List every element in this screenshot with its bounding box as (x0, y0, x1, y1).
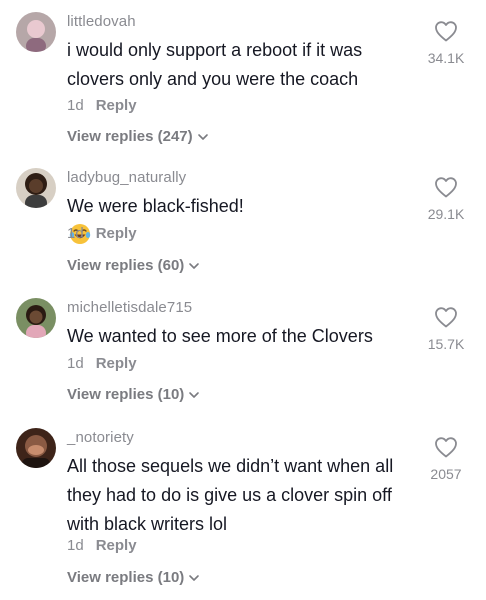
comment-age: 1d (67, 537, 84, 554)
comment-text: We wanted to see more of the Clovers (67, 326, 373, 346)
reply-button[interactable]: Reply (96, 97, 137, 114)
heart-icon[interactable] (434, 176, 458, 198)
comment-text: All those sequels we didn’t want when al… (67, 456, 394, 534)
comment-username[interactable]: littledovah (67, 12, 136, 32)
reply-button[interactable]: Reply (96, 355, 137, 372)
like-control: 15.7K (420, 306, 472, 352)
avatar[interactable] (16, 12, 56, 52)
like-control: 2057 (420, 436, 472, 482)
view-replies-label: View replies (10) (67, 386, 185, 403)
avatar[interactable] (16, 168, 56, 208)
chevron-down-icon (189, 575, 200, 581)
heart-icon[interactable] (434, 436, 458, 458)
view-replies-label: View replies (60) (67, 257, 185, 274)
comment-age: 1d (67, 97, 84, 114)
like-count: 2057 (430, 466, 462, 482)
reply-button[interactable]: Reply (96, 537, 137, 554)
comment-meta: 1d Reply (67, 354, 137, 374)
like-control: 29.1K (420, 176, 472, 222)
comment-username[interactable]: ladybug_naturally (67, 168, 186, 188)
view-replies-label: View replies (10) (67, 569, 185, 586)
comment-text-content: We were black-fished! (67, 196, 244, 216)
comment-item: michelletisdale715 We wanted to see more… (0, 298, 486, 418)
chevron-down-icon (189, 263, 200, 269)
comment-text: i would only support a reboot if it was … (67, 40, 363, 89)
comment-username[interactable]: michelletisdale715 (67, 298, 192, 318)
view-replies-button[interactable]: View replies (10) (67, 568, 200, 588)
chevron-down-icon (189, 392, 200, 398)
chevron-down-icon (197, 134, 208, 140)
like-count: 29.1K (427, 206, 465, 222)
comment-item: _notoriety All those sequels we didn’t w… (0, 428, 486, 598)
comment-item: littledovah i would only support a reboo… (0, 12, 486, 152)
view-replies-button[interactable]: View replies (247) (67, 127, 209, 147)
view-replies-label: View replies (247) (67, 128, 193, 145)
comment-item: ladybug_naturally We were black-fished! … (0, 168, 486, 288)
comment-username[interactable]: _notoriety (67, 428, 134, 448)
comment-meta: 1d Reply (67, 224, 137, 244)
comment-age: 1d (67, 355, 84, 372)
like-count: 15.7K (427, 336, 465, 352)
comment-meta: 1d Reply (67, 536, 137, 556)
comment-list: littledovah i would only support a reboo… (0, 0, 486, 600)
heart-icon[interactable] (434, 20, 458, 42)
reply-button[interactable]: Reply (96, 225, 137, 242)
view-replies-button[interactable]: View replies (10) (67, 385, 200, 405)
heart-icon[interactable] (434, 306, 458, 328)
comment-meta: 1d Reply (67, 96, 137, 116)
comment-age: 1d (67, 225, 84, 242)
like-count: 34.1K (427, 50, 465, 66)
avatar[interactable] (16, 428, 56, 468)
like-control: 34.1K (420, 20, 472, 66)
avatar[interactable] (16, 298, 56, 338)
view-replies-button[interactable]: View replies (60) (67, 256, 200, 276)
